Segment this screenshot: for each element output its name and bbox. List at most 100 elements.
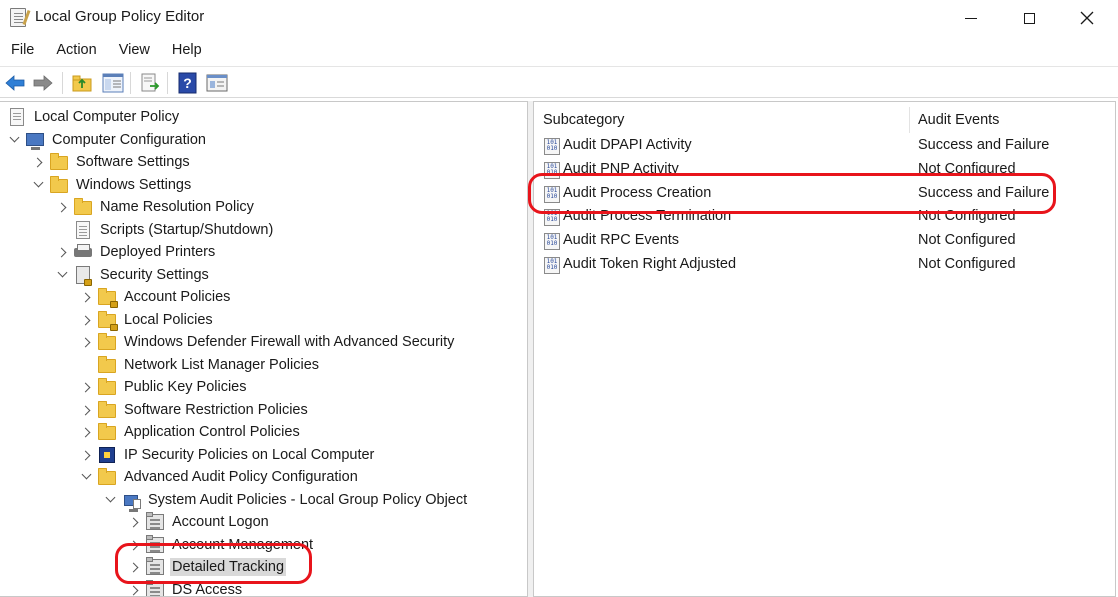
audit-subcategory-icon: 101 010: [544, 233, 560, 250]
chevron-right-icon[interactable]: [58, 241, 68, 263]
tree-item-ip-security-policies[interactable]: IP Security Policies on Local Computer: [82, 444, 376, 466]
tree-item-ds-access[interactable]: DS Access: [130, 579, 244, 597]
tree-item-local-computer-policy[interactable]: Local Computer Policy: [8, 106, 181, 128]
tree-item-local-policies[interactable]: Local Policies: [82, 309, 215, 331]
tree-item-software-settings[interactable]: Software Settings: [34, 151, 192, 173]
help-icon[interactable]: ?: [177, 72, 199, 94]
minimize-icon: [965, 17, 977, 19]
chevron-right-icon[interactable]: [82, 309, 92, 331]
chevron-right-icon[interactable]: [82, 331, 92, 353]
forward-arrow-icon[interactable]: [32, 72, 54, 94]
chevron-right-icon[interactable]: [82, 286, 92, 308]
tree-item-label: Scripts (Startup/Shutdown): [100, 222, 274, 238]
locked-folder-icon: [98, 288, 118, 308]
menu-action[interactable]: Action: [45, 38, 107, 64]
title-bar: Local Group Policy Editor: [0, 0, 1118, 36]
folder-icon: [50, 153, 68, 171]
list-row-audit-process-termination[interactable]: 101 010 Audit Process Termination Not Con…: [534, 207, 1114, 229]
tree-item-account-logon[interactable]: Account Logon: [130, 511, 271, 533]
folder-icon: [98, 356, 116, 374]
chevron-right-icon[interactable]: [34, 151, 44, 173]
toolbar: ?: [0, 66, 1118, 98]
audit-events-value: Not Configured: [918, 232, 1016, 248]
tree-item-computer-configuration[interactable]: Computer Configuration: [10, 129, 208, 151]
list-row-audit-dpapi-activity[interactable]: 101 010 Audit DPAPI Activity Success and …: [534, 136, 1114, 158]
tree-item-name-resolution-policy[interactable]: Name Resolution Policy: [58, 196, 256, 218]
audit-events-value: Success and Failure: [918, 137, 1050, 153]
tree-item-network-list-manager[interactable]: Network List Manager Policies: [82, 354, 321, 376]
tree-item-label: DS Access: [172, 582, 243, 597]
chevron-right-icon[interactable]: [82, 376, 92, 398]
policy-editor-icon: [10, 8, 31, 27]
list-row-audit-pnp-activity[interactable]: 101 010 Audit PNP Activity Not Configured: [534, 160, 1114, 182]
tree-item-label: IP Security Policies on Local Computer: [124, 447, 375, 463]
chevron-right-icon[interactable]: [130, 534, 140, 556]
subcategory-name: Audit DPAPI Activity: [563, 137, 692, 153]
folder-icon: [50, 176, 68, 194]
list-row-audit-process-creation[interactable]: 101 010 Audit Process Creation Success an…: [534, 184, 1114, 206]
menu-view[interactable]: View: [108, 38, 161, 64]
close-button[interactable]: [1062, 0, 1112, 36]
tree-item-deployed-printers[interactable]: Deployed Printers: [58, 241, 217, 263]
chevron-right-icon[interactable]: [82, 421, 92, 443]
chevron-right-icon[interactable]: [82, 399, 92, 421]
column-header-subcategory[interactable]: Subcategory: [543, 112, 624, 128]
chevron-right-icon[interactable]: [58, 196, 68, 218]
chevron-down-icon[interactable]: [34, 174, 44, 196]
chevron-down-icon[interactable]: [10, 129, 20, 151]
chevron-right-icon[interactable]: [82, 444, 92, 466]
menu-help[interactable]: Help: [161, 38, 213, 64]
svg-text:?: ?: [183, 75, 192, 91]
export-list-icon[interactable]: [139, 72, 161, 94]
tree-item-detailed-tracking[interactable]: Detailed Tracking: [130, 556, 287, 578]
chevron-down-icon[interactable]: [58, 264, 68, 286]
audit-events-value: Success and Failure: [918, 185, 1050, 201]
chevron-down-icon[interactable]: [106, 489, 116, 511]
console-tree[interactable]: Local Computer Policy Computer Configura…: [0, 101, 528, 597]
tree-item-software-restriction-policies[interactable]: Software Restriction Policies: [82, 399, 310, 421]
subcategory-name: Audit PNP Activity: [563, 161, 679, 177]
tree-item-label: Account Policies: [124, 289, 231, 305]
tree-item-windows-defender-firewall[interactable]: Windows Defender Firewall with Advanced …: [82, 331, 456, 353]
audit-subcategory-icon: 101 010: [544, 138, 560, 155]
properties-icon[interactable]: [206, 72, 228, 94]
show-hide-tree-icon[interactable]: [102, 72, 124, 94]
tree-item-public-key-policies[interactable]: Public Key Policies: [82, 376, 249, 398]
chevron-right-icon[interactable]: [130, 579, 140, 596]
tree-item-system-audit-policies[interactable]: System Audit Policies - Local Group Poli…: [106, 489, 469, 512]
column-divider[interactable]: [909, 107, 910, 133]
chevron-right-icon[interactable]: [130, 511, 140, 533]
list-row-audit-rpc-events[interactable]: 101 010 Audit RPC Events Not Configured: [534, 231, 1114, 253]
tree-item-label: Application Control Policies: [124, 424, 300, 440]
column-header-audit-events[interactable]: Audit Events: [918, 112, 999, 128]
tree-item-application-control-policies[interactable]: Application Control Policies: [82, 421, 302, 443]
subcategory-name: Audit Token Right Adjusted: [563, 256, 737, 272]
window-title: Local Group Policy Editor: [35, 8, 205, 25]
folder-icon: [98, 468, 116, 486]
audit-events-value: Not Configured: [918, 161, 1016, 177]
details-list[interactable]: Subcategory Audit Events 101 010 Audit DP…: [533, 101, 1116, 597]
tree-item-label: Network List Manager Policies: [124, 357, 320, 373]
list-row-audit-token-right-adjusted[interactable]: 101 010 Audit Token Right Adjusted Not Co…: [534, 255, 1114, 277]
menu-file[interactable]: File: [0, 38, 45, 64]
printer-icon: [74, 243, 92, 261]
tree-item-advanced-audit-policy-configuration[interactable]: Advanced Audit Policy Configuration: [82, 466, 360, 488]
tree-item-security-settings[interactable]: Security Settings: [58, 264, 211, 286]
audit-events-value: Not Configured: [918, 256, 1016, 272]
subcategory-name: Audit Process Creation: [563, 185, 712, 201]
folder-icon: [98, 378, 116, 396]
audit-events-value: Not Configured: [918, 208, 1016, 224]
tree-item-account-management[interactable]: Account Management: [130, 534, 315, 556]
back-arrow-icon[interactable]: [4, 72, 26, 94]
chevron-down-icon[interactable]: [82, 466, 92, 488]
up-folder-icon[interactable]: [71, 72, 93, 94]
tree-item-label: Advanced Audit Policy Configuration: [124, 469, 358, 485]
tree-item-windows-settings[interactable]: Windows Settings: [34, 174, 193, 196]
minimize-button[interactable]: [946, 0, 996, 36]
computer-policy-icon: [122, 491, 141, 512]
tree-item-scripts[interactable]: Scripts (Startup/Shutdown): [58, 219, 275, 241]
maximize-button[interactable]: [1004, 0, 1054, 36]
audit-subcategory-icon: 101 010: [544, 209, 560, 226]
tree-item-account-policies[interactable]: Account Policies: [82, 286, 232, 308]
chevron-right-icon[interactable]: [130, 556, 140, 578]
